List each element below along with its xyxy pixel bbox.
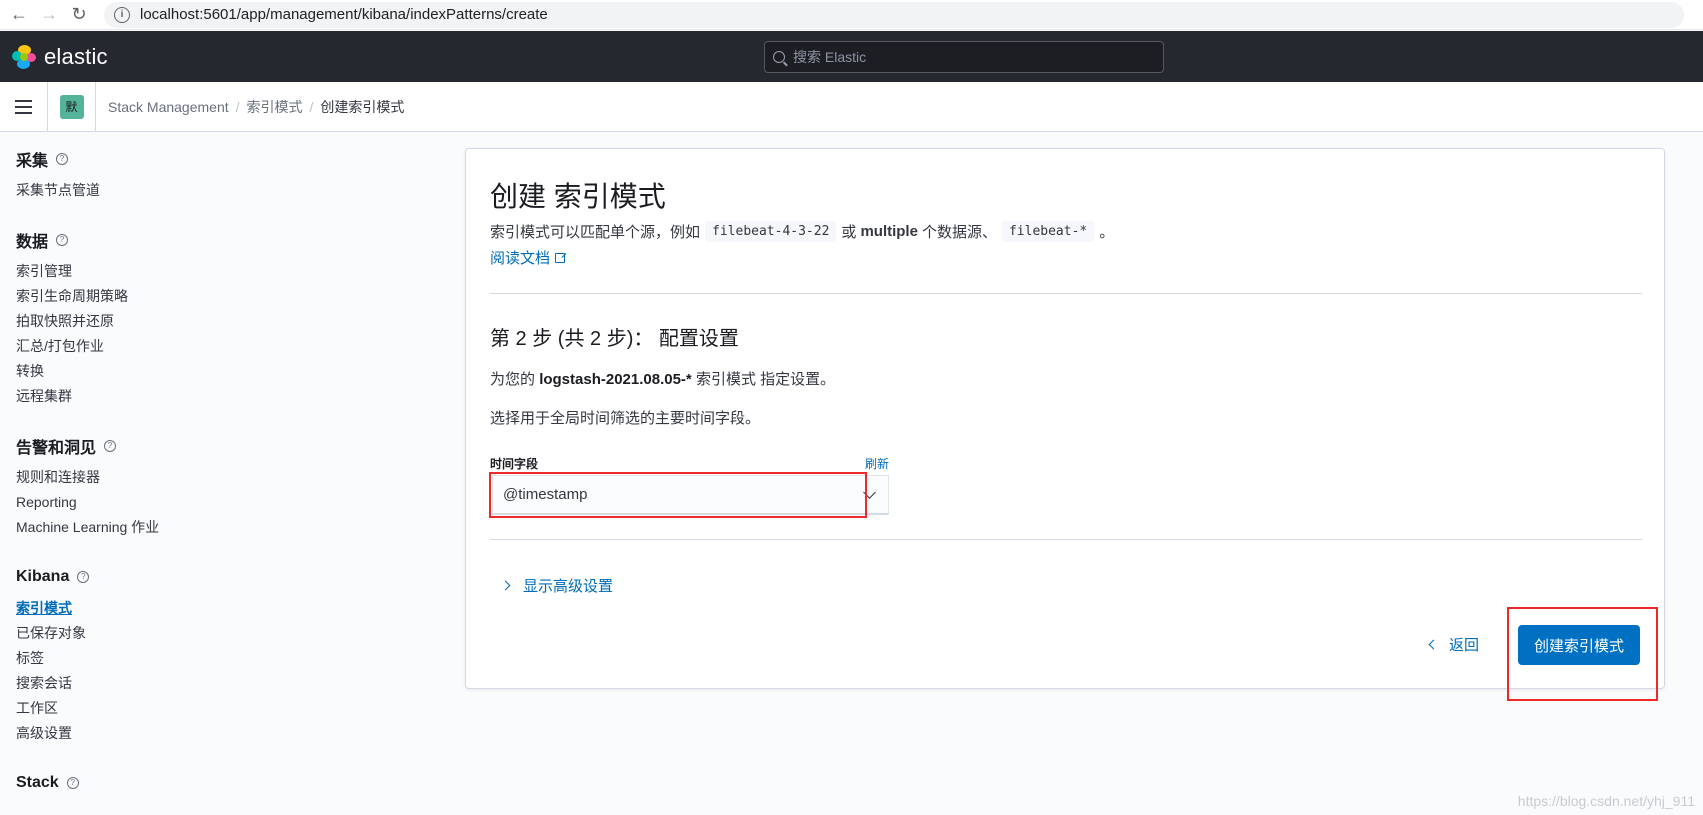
help-icon[interactable]: ?	[66, 777, 79, 789]
space-avatar: 默	[59, 94, 84, 119]
sidebar-item-index-management[interactable]: 索引管理	[16, 259, 316, 284]
reload-icon[interactable]: ↻	[68, 4, 90, 26]
breadcrumb: Stack Management / 索引模式 / 创建索引模式	[108, 97, 404, 117]
help-icon[interactable]: ?	[56, 234, 69, 246]
back-label: 返回	[1449, 637, 1480, 654]
sidebar-section-stack: Stack?	[16, 772, 316, 794]
description-prefix: 索引模式可以匹配单个源，例如	[490, 224, 701, 241]
breadcrumb-create-index-pattern: 创建索引模式	[320, 98, 405, 115]
sidebar-item-index-patterns[interactable]: 索引模式	[16, 596, 316, 621]
external-link-icon	[555, 252, 566, 263]
read-docs-link[interactable]: 阅读文档	[490, 247, 566, 268]
back-button[interactable]: 返回	[1428, 634, 1480, 655]
sidebar-item-remote-clusters[interactable]: 远程集群	[16, 384, 316, 409]
sidebar-section-data: 数据? 索引管理 索引生命周期策略 拍取快照并还原 汇总/打包作业 转换 远程集…	[16, 229, 316, 409]
sidebar-item-ilm-policies[interactable]: 索引生命周期策略	[16, 284, 316, 309]
chevron-left-icon	[1428, 639, 1439, 650]
breadcrumb-bar: 默 Stack Management / 索引模式 / 创建索引模式	[0, 81, 1703, 132]
menu-toggle-icon[interactable]	[0, 81, 48, 132]
index-pattern-name: logstash-2021.08.05-*	[539, 371, 692, 388]
sidebar-item-rollup-jobs[interactable]: 汇总/打包作业	[16, 334, 316, 359]
help-icon[interactable]: ?	[104, 440, 117, 452]
help-icon[interactable]: ?	[56, 153, 69, 165]
sidebar-section-title: 数据	[16, 234, 49, 251]
management-sidebar: 采集? 采集节点管道 数据? 索引管理 索引生命周期策略 拍取快照并还原 汇总/…	[16, 148, 316, 815]
sidebar-item-reporting[interactable]: Reporting	[16, 490, 316, 515]
page-title: 创建 索引模式	[490, 181, 666, 212]
sidebar-item-ml-jobs[interactable]: Machine Learning 作业	[16, 515, 316, 540]
time-field-value: @timestamp	[503, 486, 588, 503]
chevron-down-icon	[863, 486, 876, 499]
step-desc-suffix: 索引模式 指定设置。	[695, 371, 836, 388]
sidebar-section-kibana: Kibana? 索引模式 已保存对象 标签 搜索会话 工作区 高级设置	[16, 566, 316, 746]
divider	[490, 293, 1642, 294]
sidebar-item-transforms[interactable]: 转换	[16, 359, 316, 384]
create-index-pattern-panel: 创建 索引模式 索引模式可以匹配单个源，例如 filebeat-4-3-22 或…	[465, 148, 1665, 689]
elastic-logo[interactable]: elastic	[12, 44, 108, 70]
forward-arrow-icon[interactable]: →	[38, 4, 60, 26]
sidebar-section-alerts-insights: 告警和洞见? 规则和连接器 Reporting Machine Learning…	[16, 435, 316, 540]
global-search[interactable]	[764, 41, 1164, 73]
search-input[interactable]	[793, 49, 1153, 65]
breadcrumb-index-patterns[interactable]: 索引模式	[247, 97, 303, 117]
sidebar-item-saved-objects[interactable]: 已保存对象	[16, 621, 316, 646]
kibana-header: elastic	[0, 31, 1703, 82]
sidebar-section-ingest: 采集? 采集节点管道	[16, 148, 316, 203]
url-text: localhost:5601/app/management/kibana/ind…	[140, 6, 548, 23]
step-title: 第 2 步 (共 2 步)： 配置设置	[490, 328, 739, 350]
code-example: filebeat-4-3-22	[705, 221, 837, 242]
sidebar-item-ingest-pipelines[interactable]: 采集节点管道	[16, 178, 316, 203]
address-bar[interactable]: i localhost:5601/app/management/kibana/i…	[104, 1, 1684, 28]
breadcrumb-separator: /	[235, 98, 240, 115]
divider	[490, 539, 1642, 540]
sidebar-item-search-sessions[interactable]: 搜索会话	[16, 671, 316, 696]
create-index-pattern-button[interactable]: 创建索引模式	[1518, 625, 1640, 665]
back-arrow-icon[interactable]: ←	[8, 4, 30, 26]
show-advanced-settings-toggle[interactable]: 显示高级设置	[500, 575, 614, 596]
sidebar-item-advanced-settings[interactable]: 高级设置	[16, 721, 316, 746]
description-or: 或	[841, 224, 857, 241]
breadcrumb-separator: /	[309, 98, 314, 115]
step-description: 为您的 logstash-2021.08.05-* 索引模式 指定设置。	[490, 368, 835, 389]
chevron-right-icon	[500, 580, 511, 591]
sidebar-section-title: Stack	[16, 774, 59, 791]
elastic-logo-icon	[12, 44, 36, 69]
sidebar-item-tags[interactable]: 标签	[16, 646, 316, 671]
refresh-button[interactable]: 刷新	[865, 455, 889, 472]
time-field-select[interactable]: @timestamp	[492, 475, 889, 515]
space-selector[interactable]: 默	[48, 81, 96, 132]
advanced-toggle-label: 显示高级设置	[523, 578, 614, 595]
help-icon[interactable]: ?	[77, 571, 90, 583]
read-docs-label: 阅读文档	[490, 250, 551, 267]
site-info-icon[interactable]: i	[114, 6, 130, 23]
time-field-label: 时间字段	[490, 457, 539, 471]
sidebar-section-title: 告警和洞见	[16, 440, 97, 457]
search-icon	[773, 51, 785, 63]
description-end: 。	[1099, 224, 1115, 241]
page-description: 索引模式可以匹配单个源，例如 filebeat-4-3-22 或 multipl…	[490, 221, 1114, 242]
sidebar-section-title: Kibana	[16, 568, 70, 585]
code-example: filebeat-*	[1001, 221, 1095, 242]
breadcrumb-stack-management[interactable]: Stack Management	[108, 99, 229, 115]
logo-text: elastic	[44, 43, 108, 69]
description-multiple: multiple	[860, 223, 918, 240]
sidebar-item-spaces[interactable]: 工作区	[16, 696, 316, 721]
sidebar-item-rules-connectors[interactable]: 规则和连接器	[16, 465, 316, 490]
description-middle: 个数据源、	[921, 224, 997, 241]
watermark: https://blog.csdn.net/yhj_911	[1517, 793, 1695, 809]
step-hint: 选择用于全局时间筛选的主要时间字段。	[490, 410, 761, 427]
sidebar-item-snapshot-restore[interactable]: 拍取快照并还原	[16, 309, 316, 334]
sidebar-section-title: 采集	[16, 153, 49, 170]
browser-toolbar: ← → ↻ i localhost:5601/app/management/ki…	[0, 0, 1703, 30]
step-desc-prefix: 为您的	[490, 371, 536, 388]
